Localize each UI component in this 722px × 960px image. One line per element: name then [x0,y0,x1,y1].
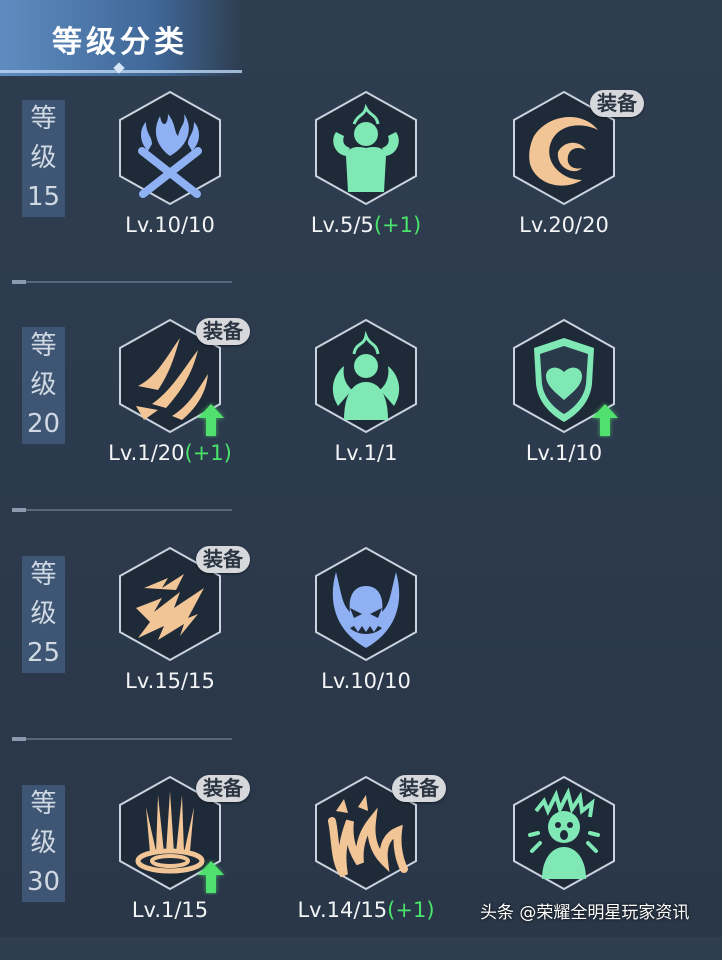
skill-level-value: Lv.20/20 [519,213,609,237]
skill-level-bonus: (+1) [373,213,422,237]
skill-slot[interactable]: 装备 Lv.1/15 [90,775,250,960]
page-title: 等级分类 [52,25,188,60]
skill-slot[interactable]: Lv.1/1 [286,318,446,503]
upgrade-arrow-icon [196,402,226,442]
skill-level-value: Lv.1/10 [525,441,603,465]
skill-level: Lv.5/5(+1) [286,213,446,237]
skill-slot[interactable]: 装备 Lv.20/20 [484,90,644,275]
level-tag-text: 级 [30,599,57,629]
level-tag: 等级 25 [22,556,65,673]
skill-level-value: Lv.14/15 [297,898,388,922]
upgrade-arrow-icon [196,859,226,899]
skill-slot[interactable] [484,775,644,960]
skill-level: Lv.10/10 [90,213,250,237]
skill-slot[interactable]: Lv.10/10 [286,546,446,731]
level-tag-text: 15 [26,182,61,212]
equipped-badge: 装备 [590,90,644,117]
section-divider [12,280,232,284]
skill-level-value: Lv.1/20 [108,441,185,465]
skill-level-bonus: (+1) [184,441,232,465]
skill-level: Lv.1/10 [484,441,644,465]
skill-level: Lv.1/1 [286,441,446,465]
upgrade-arrow-icon [590,402,620,442]
equipped-badge: 装备 [196,318,250,345]
section-divider [12,508,232,512]
skill-slot[interactable]: 装备 Lv.1/20(+1) [90,318,250,503]
skill-slot[interactable]: Lv.10/10 [90,90,250,275]
skill-slot[interactable]: Lv.5/5(+1) [286,90,446,275]
level-tag-text: 等 [30,560,57,590]
skill-level-value: Lv.1/15 [131,898,209,922]
skill-level-value: Lv.5/5 [310,213,374,237]
equipped-badge: 装备 [196,775,250,802]
level-tag-text: 20 [26,409,61,439]
level-tag-text: 25 [26,638,61,668]
category-header: 等级分类 [0,0,242,76]
level-tag: 等级 30 [22,785,65,902]
level-tag: 等级 15 [22,100,65,217]
skill-level-value: Lv.1/1 [334,441,398,465]
level-tag-text: 等 [30,104,57,134]
skill-slot[interactable]: 装备 Lv.14/15(+1) [286,775,446,960]
skill-level-bonus: (+1) [387,898,435,922]
skill-slot[interactable]: Lv.1/10 [484,318,644,503]
skill-level: Lv.1/20(+1) [90,441,250,465]
level-tag-text: 等 [30,331,57,361]
skill-level-value: Lv.15/15 [125,669,215,693]
level-tag-text: 级 [30,370,57,400]
level-tag-text: 级 [30,143,57,173]
level-tag: 等级 20 [22,327,65,444]
watermark: 头条 @荣耀全明星玩家资讯 [480,903,690,923]
equipped-badge: 装备 [196,546,250,573]
level-tag-text: 30 [26,867,61,897]
skill-level: Lv.1/15 [90,898,250,922]
skill-level: Lv.10/10 [286,669,446,693]
section-divider [12,737,232,741]
skill-level-value: Lv.10/10 [125,213,215,237]
level-tag-text: 级 [30,828,57,858]
skill-level: Lv.14/15(+1) [286,898,446,922]
skill-level: Lv.15/15 [90,669,250,693]
equipped-badge: 装备 [392,775,446,802]
skill-level-value: Lv.10/10 [321,669,411,693]
level-tag-text: 等 [30,789,57,819]
skill-level: Lv.20/20 [484,213,644,237]
skill-slot[interactable]: 装备 Lv.15/15 [90,546,250,731]
